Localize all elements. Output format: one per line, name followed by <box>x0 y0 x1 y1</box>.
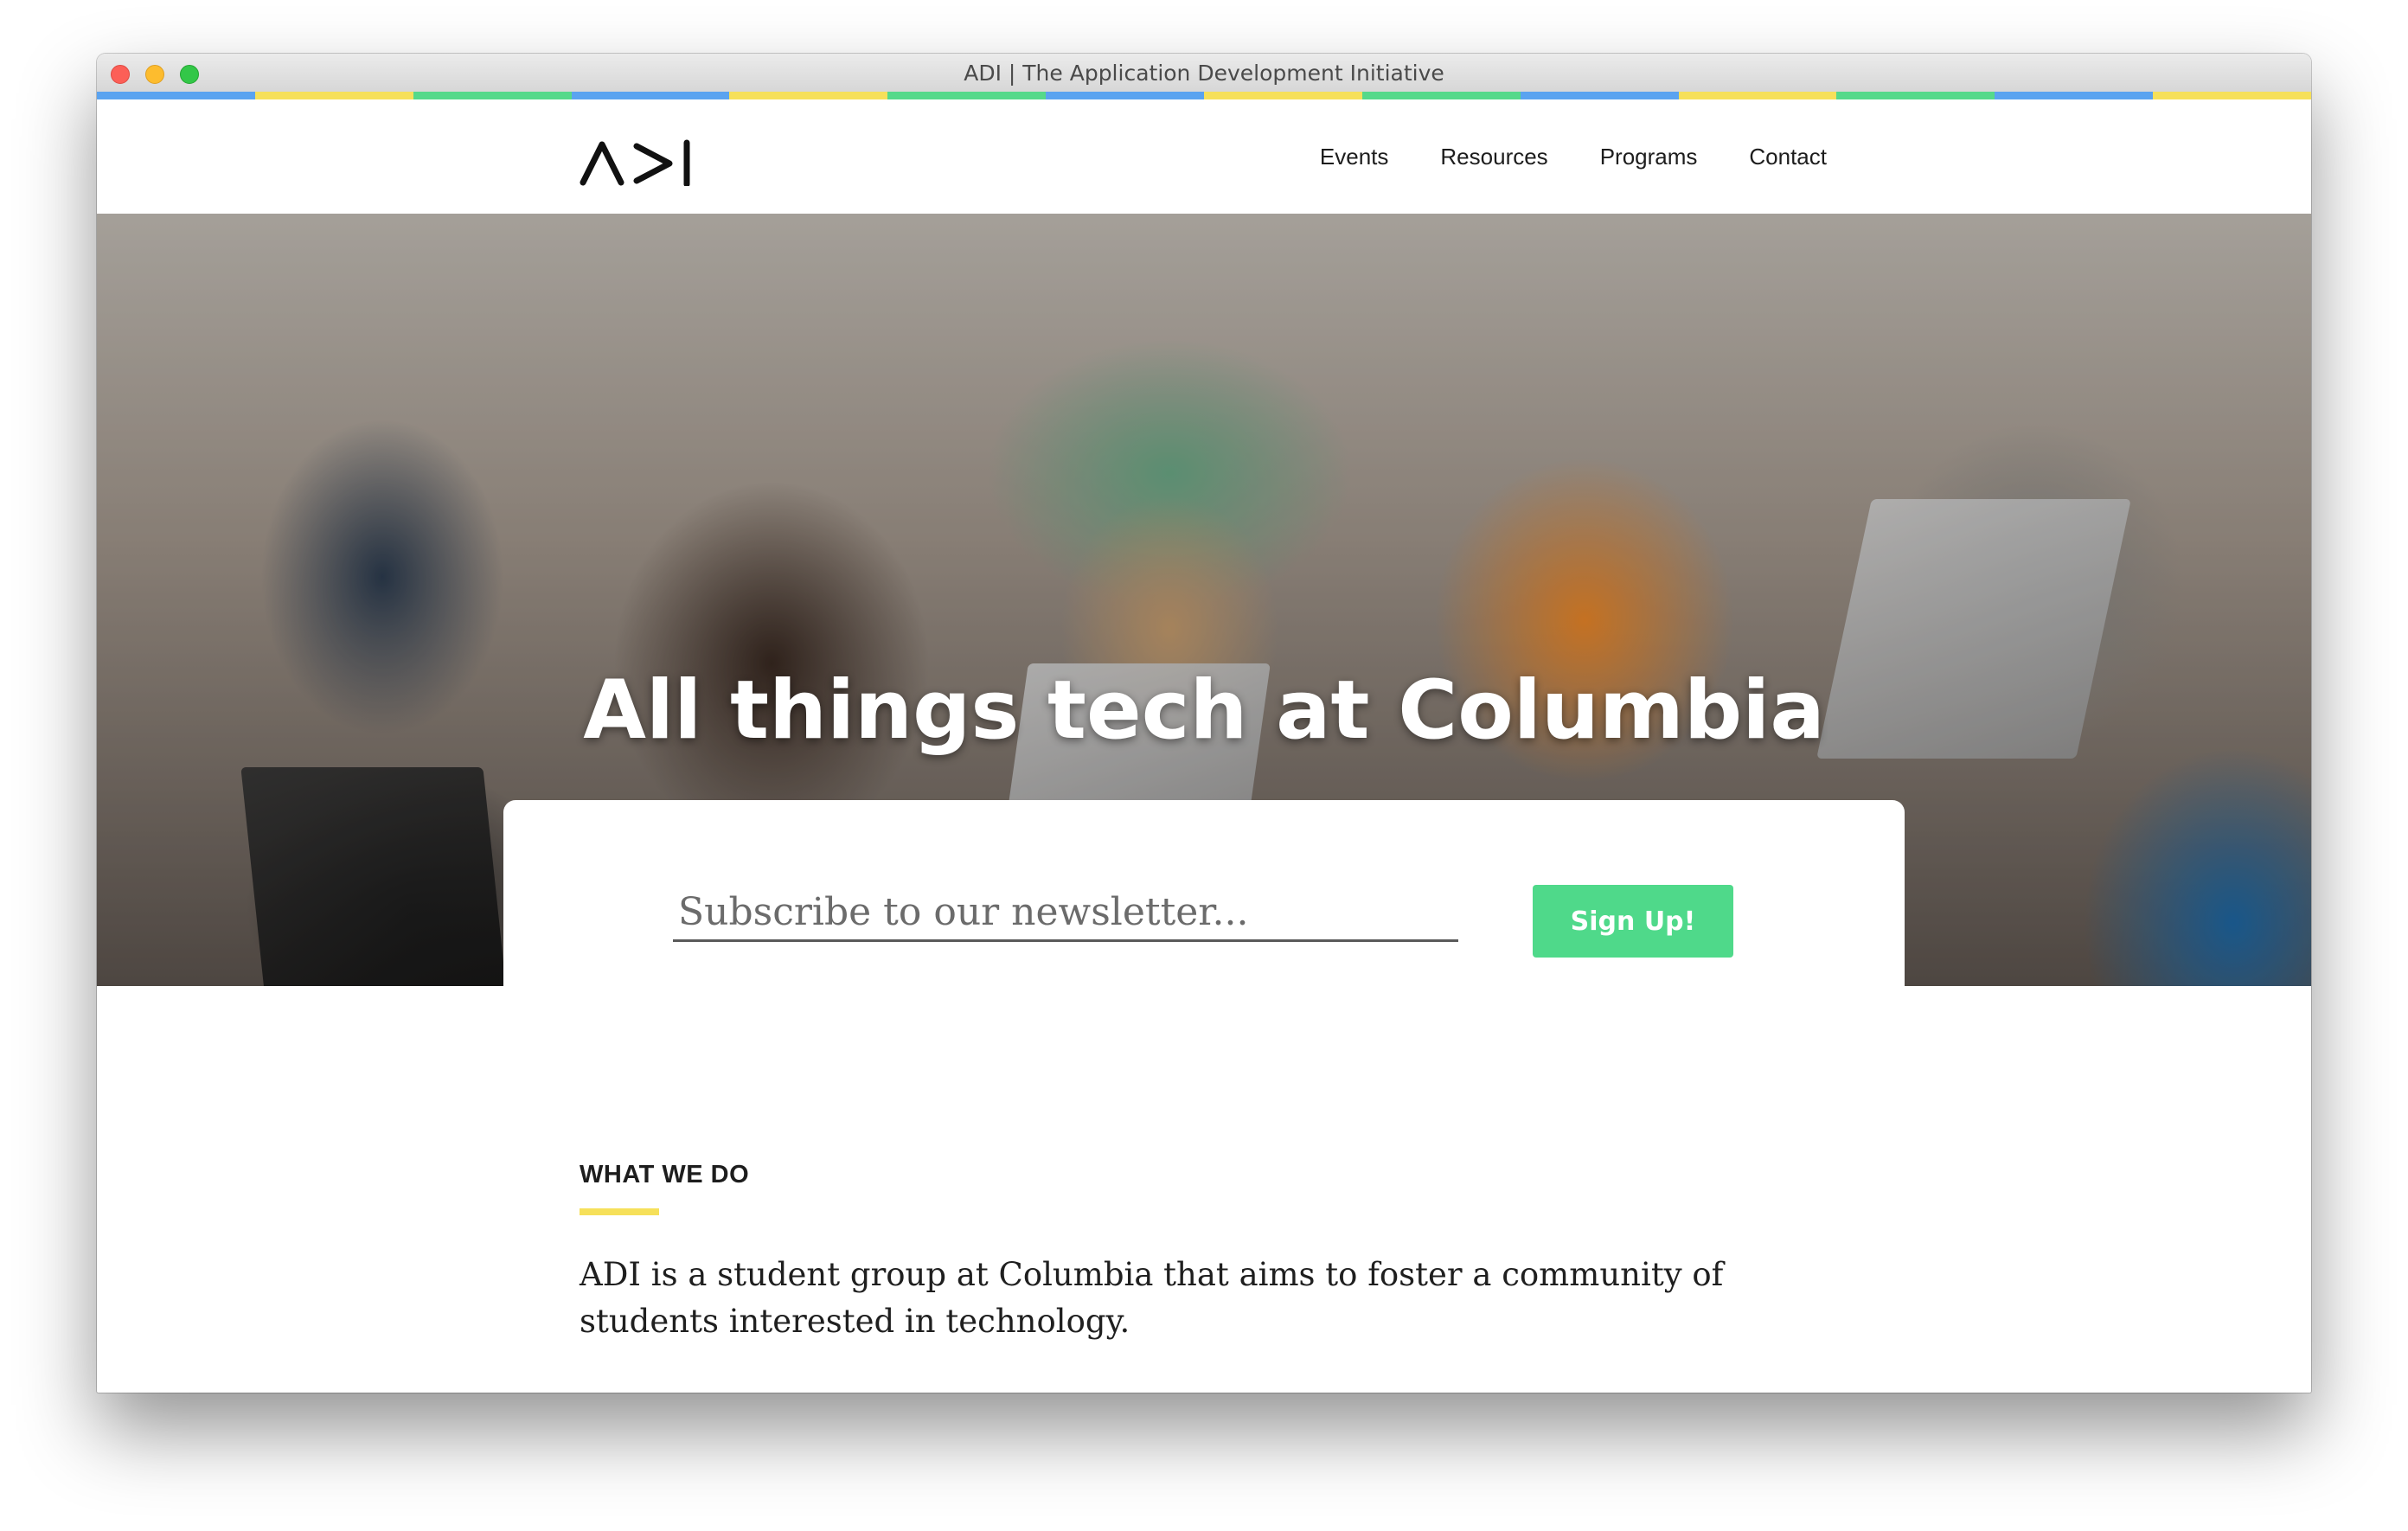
stripe-segment <box>2153 92 2311 99</box>
newsletter-email-input[interactable] <box>673 885 1458 942</box>
color-stripe <box>97 92 2311 99</box>
main-nav: Events Resources Programs Contact <box>1320 99 1827 214</box>
stripe-segment <box>1520 92 1679 99</box>
nav-resources[interactable]: Resources <box>1440 144 1547 170</box>
stripe-segment <box>254 92 413 99</box>
browser-window: ADI | The Application Development Initia… <box>97 54 2311 1393</box>
newsletter-card: Sign Up! <box>503 800 1905 999</box>
stripe-segment <box>1204 92 1362 99</box>
stripe-segment <box>413 92 572 99</box>
sign-up-button[interactable]: Sign Up! <box>1533 885 1733 958</box>
nav-programs[interactable]: Programs <box>1600 144 1698 170</box>
stripe-segment <box>729 92 888 99</box>
stripe-segment <box>1995 92 2154 99</box>
hero-title: All things tech at Columbia <box>583 663 1825 758</box>
stripe-segment <box>97 92 255 99</box>
stripe-segment <box>1361 92 1521 99</box>
stripe-segment <box>1046 92 1205 99</box>
stripe-segment <box>887 92 1047 99</box>
stripe-segment <box>1678 92 1837 99</box>
section-heading: WHAT WE DO <box>580 1161 750 1188</box>
adi-logo[interactable] <box>580 138 695 186</box>
title-bar: ADI | The Application Development Initia… <box>97 54 2311 93</box>
about-description: ADI is a student group at Columbia that … <box>580 1256 1724 1340</box>
nav-contact[interactable]: Contact <box>1749 144 1827 170</box>
window-title: ADI | The Application Development Initia… <box>964 61 1444 86</box>
stripe-segment <box>571 92 730 99</box>
stripe-segment <box>1836 92 1995 99</box>
nav-events[interactable]: Events <box>1320 144 1389 170</box>
site-header: Events Resources Programs Contact <box>97 99 2311 214</box>
heading-underline <box>580 1208 659 1215</box>
what-we-do-section: WHAT WE DO ADI is a student group at Col… <box>580 1161 1842 1377</box>
